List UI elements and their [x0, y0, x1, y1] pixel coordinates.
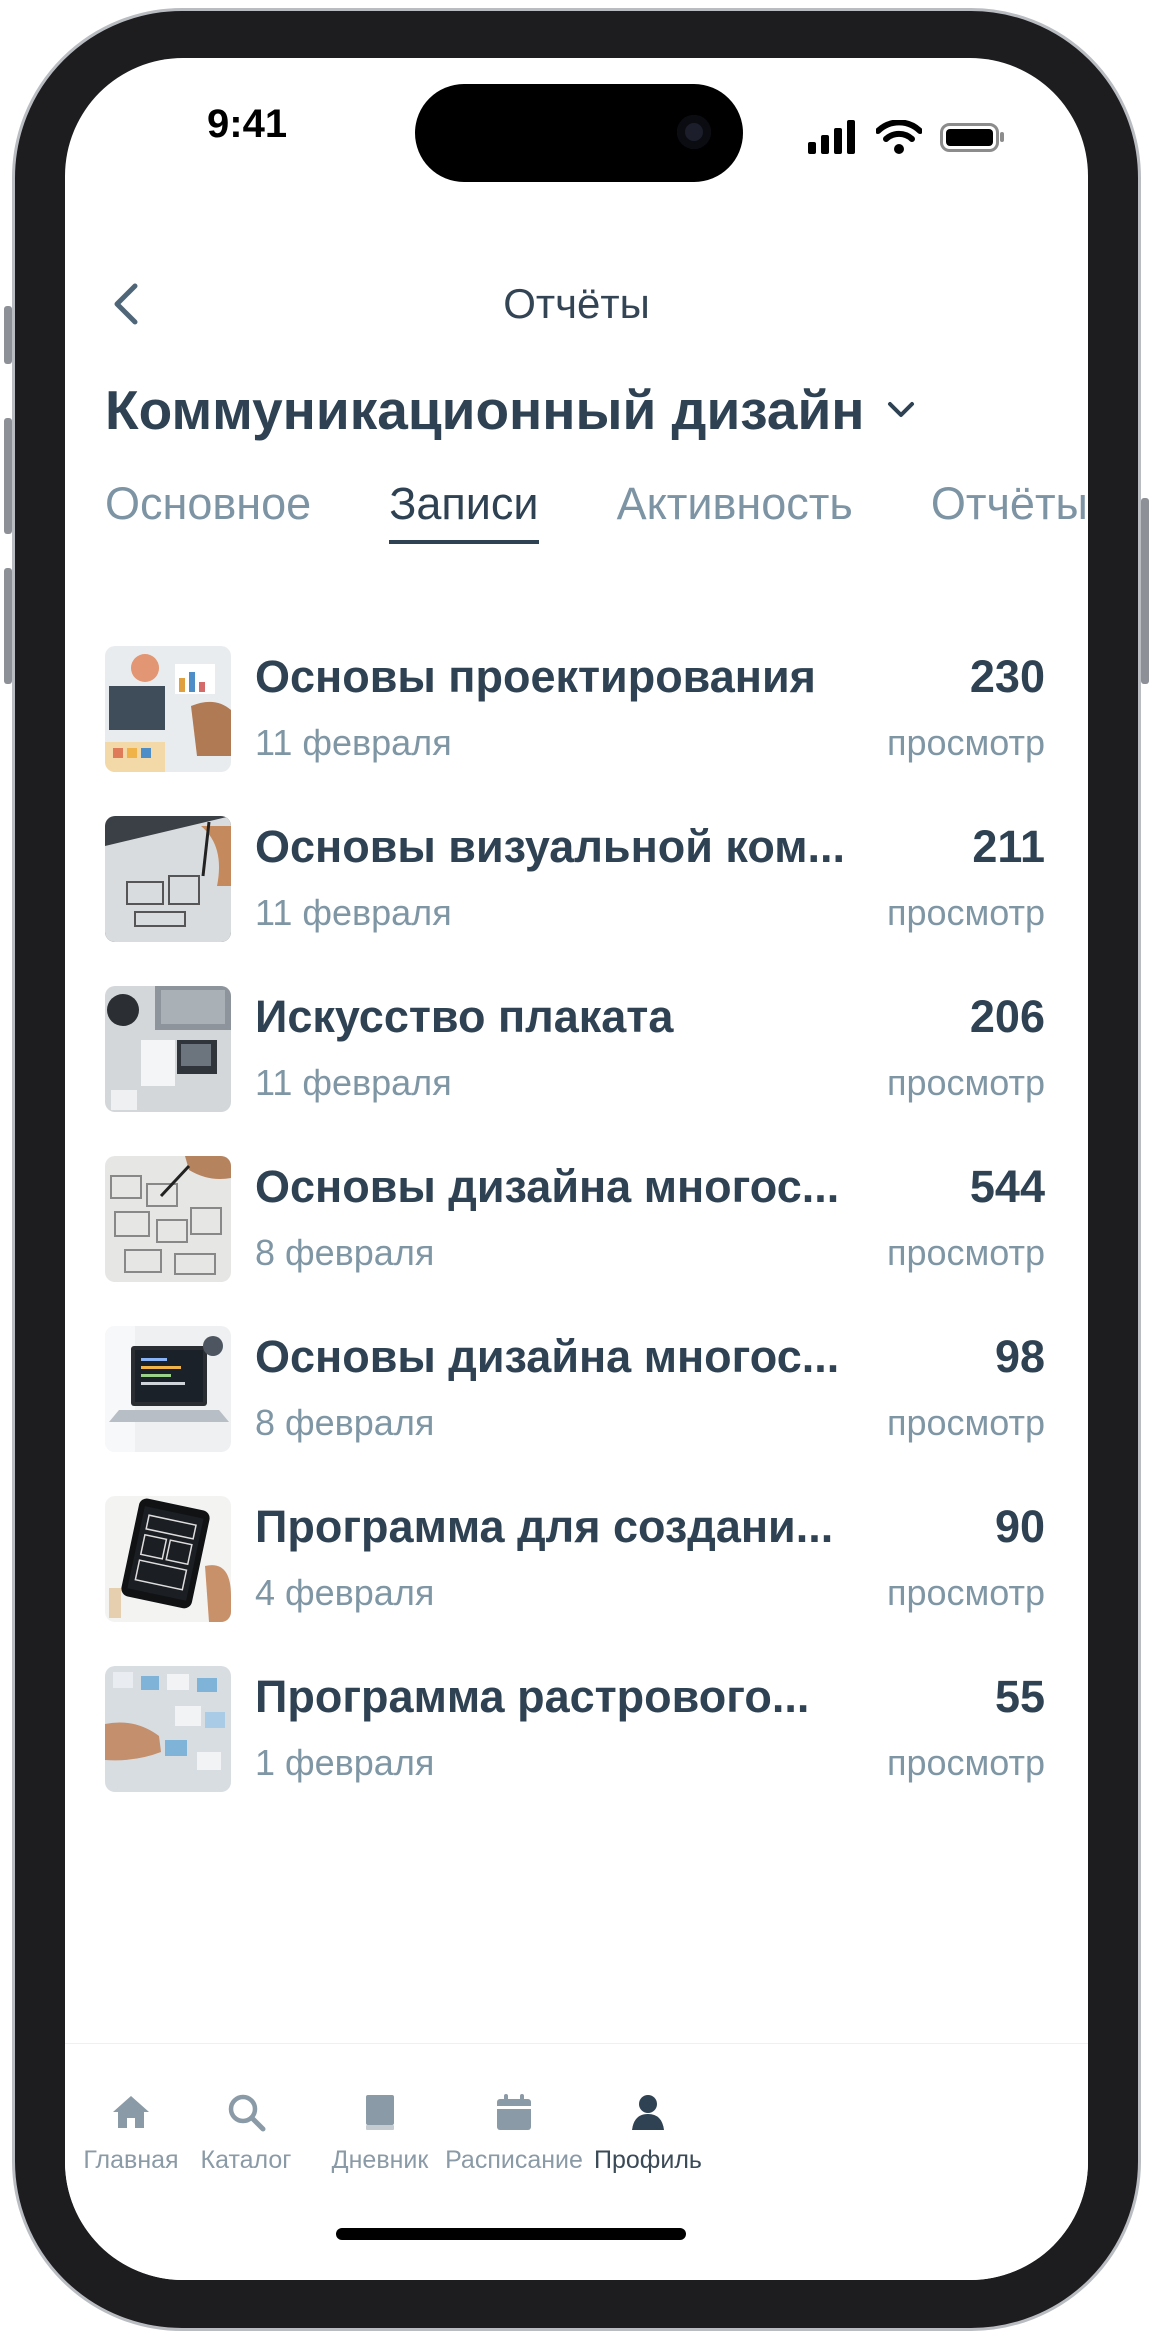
- course-selector[interactable]: Коммуникационный дизайн: [105, 378, 919, 442]
- volume-up-button: [4, 418, 12, 534]
- status-time: 9:41: [207, 102, 288, 146]
- paper-sketches-photo: [105, 1156, 231, 1282]
- view-unit: просмотр: [886, 1742, 1045, 1783]
- volume-down-button: [4, 568, 12, 684]
- dynamic-island: [415, 84, 743, 182]
- item-title: Основы дизайна многос...: [255, 1161, 840, 1212]
- item-title: Основы визуальной ком...: [255, 821, 846, 872]
- designer-charts-photo: [105, 646, 231, 772]
- item-date: 1 февраля: [255, 1742, 435, 1783]
- view-unit: просмотр: [886, 1402, 1045, 1443]
- item-date: 11 февраля: [255, 722, 452, 763]
- view-count: 230: [969, 651, 1045, 702]
- tabs: Основное Записи Активность Отчёты: [105, 478, 1088, 544]
- status-icons: [808, 120, 1006, 154]
- book-icon: [366, 2095, 394, 2130]
- item-date: 11 февраля: [255, 892, 452, 933]
- view-unit: просмотр: [886, 722, 1045, 763]
- view-unit: просмотр: [886, 1062, 1045, 1103]
- item-title: Программа для создани...: [255, 1501, 834, 1552]
- profile-icon: [632, 2095, 664, 2130]
- tab-reports[interactable]: Отчёты: [931, 478, 1088, 530]
- view-count: 90: [994, 1501, 1045, 1552]
- wireframe-sketch-photo: [105, 816, 231, 942]
- view-count: 206: [969, 991, 1045, 1042]
- list-item[interactable]: Программа для создани... 4 февраля 90 пр…: [105, 1496, 1045, 1666]
- tab-basic[interactable]: Основное: [105, 478, 311, 530]
- view-unit: просмотр: [886, 892, 1045, 933]
- view-count: 211: [972, 821, 1045, 872]
- battery-icon: [940, 123, 1004, 152]
- calendar-icon: [497, 2094, 531, 2130]
- list-item[interactable]: Основы визуальной ком... 11 февраля 211 …: [105, 816, 1045, 986]
- list-item[interactable]: Искусство плаката 11 февраля 206 просмот…: [105, 986, 1045, 1156]
- tabbar-label: Профиль: [594, 2146, 702, 2174]
- view-count: 544: [969, 1161, 1045, 1212]
- tablet-wireframe-photo: [105, 1496, 231, 1622]
- tab-records[interactable]: Записи: [389, 478, 539, 544]
- course-name: Коммуникационный дизайн: [105, 379, 865, 441]
- item-date: 8 февраля: [255, 1402, 435, 1443]
- signal-icon: [808, 120, 855, 154]
- header: Отчёты: [65, 258, 1088, 348]
- item-date: 11 февраля: [255, 1062, 452, 1103]
- search-icon: [228, 2094, 266, 2132]
- tabbar-profile[interactable]: Профиль: [568, 2092, 728, 2175]
- mute-switch: [4, 306, 12, 364]
- view-unit: просмотр: [886, 1572, 1045, 1613]
- item-date: 8 февраля: [255, 1232, 435, 1273]
- bottom-tab-bar: Главная Каталог Дневник Расписание Профи…: [65, 2043, 1088, 2280]
- item-title: Основы дизайна многос...: [255, 1331, 840, 1382]
- view-count: 55: [994, 1671, 1045, 1722]
- list-item[interactable]: Основы дизайна многос... 8 февраля 544 п…: [105, 1156, 1045, 1326]
- home-indicator[interactable]: [336, 2228, 686, 2240]
- laptop-code-photo: [105, 1326, 231, 1452]
- chevron-down-icon: [887, 402, 914, 417]
- board-sticky-notes-photo: [105, 1666, 231, 1792]
- desk-poster-photo: [105, 986, 231, 1112]
- tab-activity[interactable]: Активность: [617, 478, 853, 530]
- page-title: Отчёты: [503, 280, 650, 327]
- camera-icon: [677, 115, 711, 149]
- list-item[interactable]: Основы дизайна многос... 8 февраля 98 пр…: [105, 1326, 1045, 1496]
- records-list: Основы проектирования 11 февраля 230 про…: [105, 646, 1045, 1836]
- list-item[interactable]: Основы проектирования 11 февраля 230 про…: [105, 646, 1045, 816]
- item-title: Основы проектирования: [255, 651, 816, 702]
- list-item[interactable]: Программа растрового... 1 февраля 55 про…: [105, 1666, 1045, 1836]
- item-date: 4 февраля: [255, 1572, 435, 1613]
- view-count: 98: [994, 1331, 1045, 1382]
- view-unit: просмотр: [886, 1232, 1045, 1273]
- screen: 9:41 Отчёты Коммуникационный дизайн Осно…: [65, 58, 1088, 2280]
- item-title: Программа растрового...: [255, 1671, 810, 1722]
- wifi-icon: [876, 120, 922, 154]
- home-icon: [113, 2096, 149, 2128]
- item-title: Искусство плаката: [255, 991, 674, 1042]
- power-button: [1141, 498, 1149, 684]
